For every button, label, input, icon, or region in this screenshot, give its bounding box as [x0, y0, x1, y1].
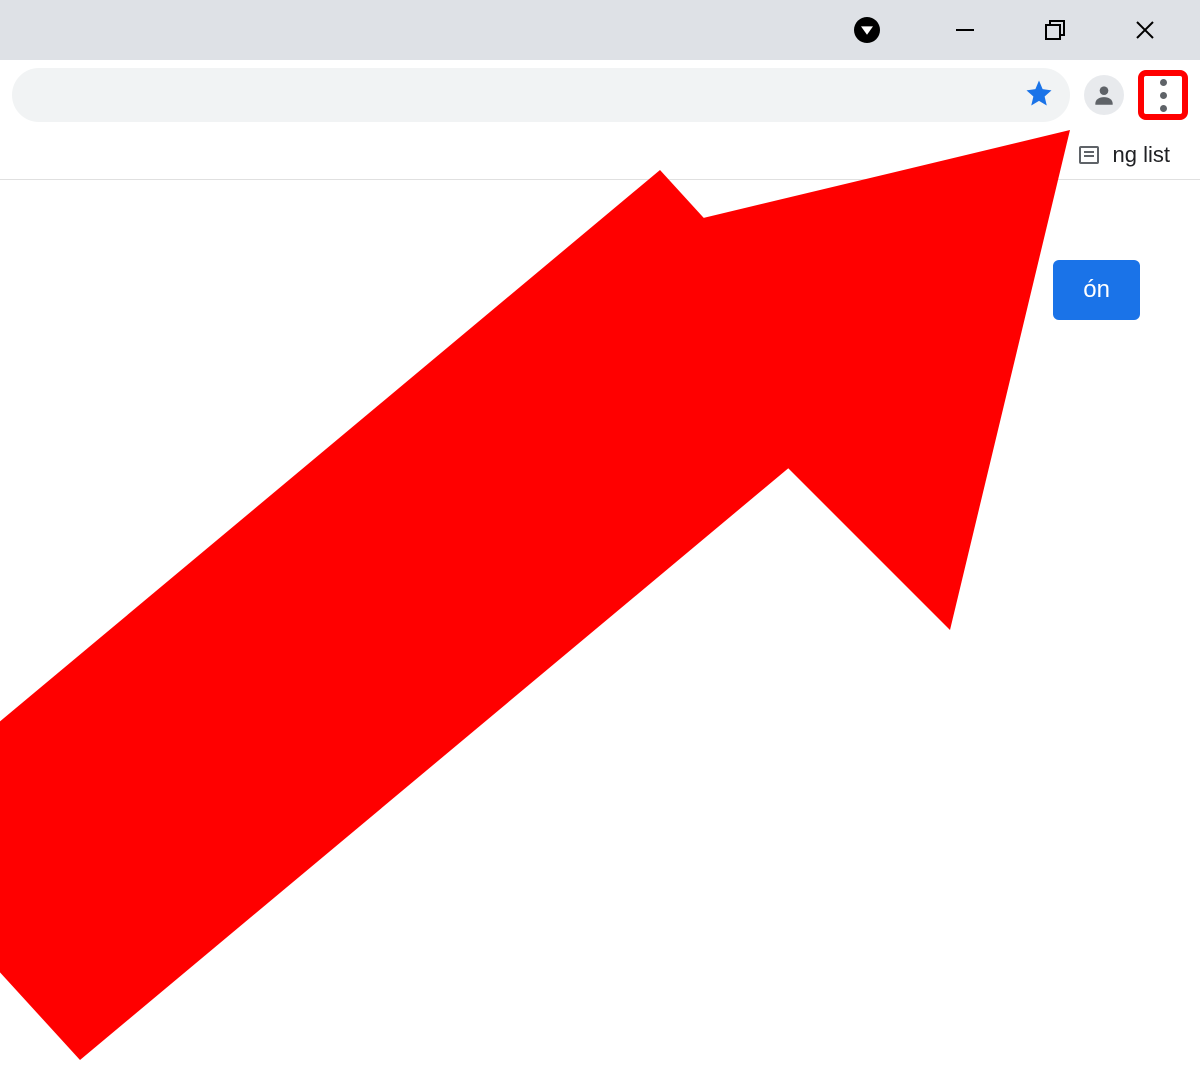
browser-toolbar: [0, 60, 1200, 130]
customize-menu-button[interactable]: [1138, 70, 1188, 120]
profile-button[interactable]: [1084, 75, 1124, 115]
close-button[interactable]: [1100, 0, 1190, 60]
account-dropdown-icon[interactable]: [854, 17, 880, 43]
signin-button[interactable]: ón: [1053, 260, 1140, 320]
reading-list-icon: [1077, 143, 1101, 167]
minimize-button[interactable]: [920, 0, 1010, 60]
window-titlebar: [0, 0, 1200, 60]
maximize-icon: [1044, 19, 1066, 41]
omnibox[interactable]: [12, 68, 1070, 122]
gmail-link[interactable]: Gmail: [851, 276, 914, 304]
maximize-button[interactable]: [1010, 0, 1100, 60]
close-icon: [1134, 19, 1156, 41]
reading-list-button[interactable]: ng list: [1077, 142, 1170, 168]
signin-button-label: ón: [1083, 276, 1110, 303]
reading-list-label: ng list: [1113, 142, 1170, 168]
google-top-nav: Gmail Imágen ón: [851, 260, 1140, 320]
images-link[interactable]: Imágen: [943, 276, 1023, 304]
bookmarks-divider: [1052, 141, 1053, 169]
bookmark-star-icon[interactable]: [1024, 78, 1054, 113]
more-vert-icon: [1160, 79, 1167, 112]
person-icon: [1091, 82, 1117, 108]
minimize-icon: [954, 19, 976, 41]
bookmarks-bar: ng list: [0, 130, 1200, 180]
page-content: Gmail Imágen ón: [0, 180, 1200, 260]
